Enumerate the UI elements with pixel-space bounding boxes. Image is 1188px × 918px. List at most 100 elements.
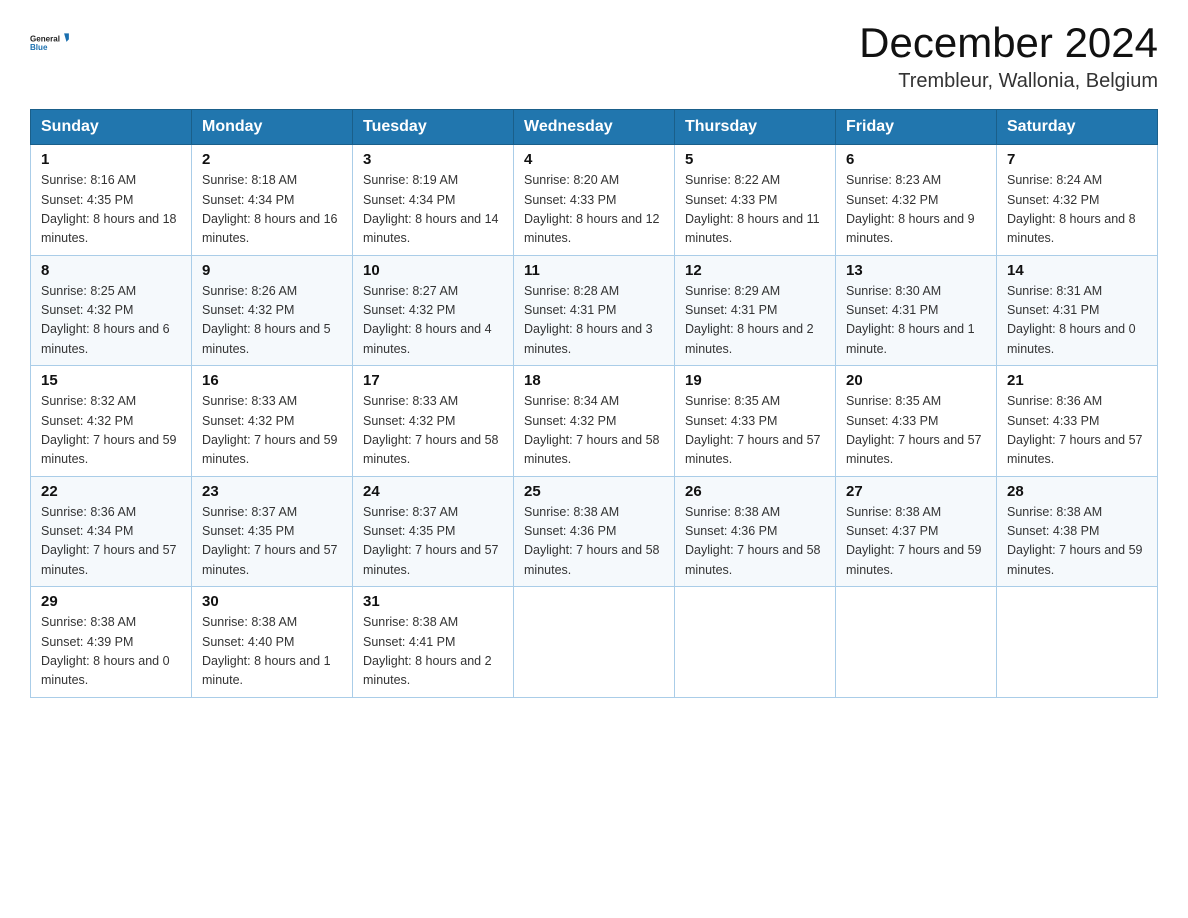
calendar-cell xyxy=(675,587,836,698)
day-number: 16 xyxy=(202,372,342,389)
day-number: 27 xyxy=(846,483,986,500)
svg-text:Blue: Blue xyxy=(30,43,48,52)
calendar-cell: 6 Sunrise: 8:23 AMSunset: 4:32 PMDayligh… xyxy=(836,145,997,256)
day-info: Sunrise: 8:37 AMSunset: 4:35 PMDaylight:… xyxy=(202,505,338,577)
calendar-week-row: 29 Sunrise: 8:38 AMSunset: 4:39 PMDaylig… xyxy=(31,587,1158,698)
calendar-cell: 4 Sunrise: 8:20 AMSunset: 4:33 PMDayligh… xyxy=(514,145,675,256)
month-year-title: December 2024 xyxy=(859,20,1158,66)
page-header: General Blue December 2024 Trembleur, Wa… xyxy=(30,20,1158,93)
day-info: Sunrise: 8:38 AMSunset: 4:37 PMDaylight:… xyxy=(846,505,982,577)
day-info: Sunrise: 8:25 AMSunset: 4:32 PMDaylight:… xyxy=(41,284,170,356)
day-info: Sunrise: 8:36 AMSunset: 4:33 PMDaylight:… xyxy=(1007,394,1143,466)
calendar-week-row: 15 Sunrise: 8:32 AMSunset: 4:32 PMDaylig… xyxy=(31,366,1158,477)
day-info: Sunrise: 8:29 AMSunset: 4:31 PMDaylight:… xyxy=(685,284,814,356)
calendar-cell: 5 Sunrise: 8:22 AMSunset: 4:33 PMDayligh… xyxy=(675,145,836,256)
calendar-cell: 3 Sunrise: 8:19 AMSunset: 4:34 PMDayligh… xyxy=(353,145,514,256)
day-info: Sunrise: 8:26 AMSunset: 4:32 PMDaylight:… xyxy=(202,284,331,356)
calendar-cell: 25 Sunrise: 8:38 AMSunset: 4:36 PMDaylig… xyxy=(514,476,675,587)
day-info: Sunrise: 8:33 AMSunset: 4:32 PMDaylight:… xyxy=(202,394,338,466)
day-info: Sunrise: 8:38 AMSunset: 4:36 PMDaylight:… xyxy=(685,505,821,577)
day-info: Sunrise: 8:20 AMSunset: 4:33 PMDaylight:… xyxy=(524,173,660,245)
calendar-cell xyxy=(514,587,675,698)
day-number: 2 xyxy=(202,151,342,168)
calendar-week-row: 1 Sunrise: 8:16 AMSunset: 4:35 PMDayligh… xyxy=(31,145,1158,256)
calendar-cell xyxy=(997,587,1158,698)
calendar-cell: 24 Sunrise: 8:37 AMSunset: 4:35 PMDaylig… xyxy=(353,476,514,587)
day-info: Sunrise: 8:22 AMSunset: 4:33 PMDaylight:… xyxy=(685,173,820,245)
day-number: 26 xyxy=(685,483,825,500)
day-number: 17 xyxy=(363,372,503,389)
calendar-cell xyxy=(836,587,997,698)
day-info: Sunrise: 8:34 AMSunset: 4:32 PMDaylight:… xyxy=(524,394,660,466)
calendar-cell: 17 Sunrise: 8:33 AMSunset: 4:32 PMDaylig… xyxy=(353,366,514,477)
day-info: Sunrise: 8:35 AMSunset: 4:33 PMDaylight:… xyxy=(685,394,821,466)
calendar-cell: 10 Sunrise: 8:27 AMSunset: 4:32 PMDaylig… xyxy=(353,255,514,366)
day-info: Sunrise: 8:33 AMSunset: 4:32 PMDaylight:… xyxy=(363,394,499,466)
day-number: 22 xyxy=(41,483,181,500)
calendar-cell: 16 Sunrise: 8:33 AMSunset: 4:32 PMDaylig… xyxy=(192,366,353,477)
day-number: 3 xyxy=(363,151,503,168)
day-info: Sunrise: 8:32 AMSunset: 4:32 PMDaylight:… xyxy=(41,394,177,466)
calendar-cell: 2 Sunrise: 8:18 AMSunset: 4:34 PMDayligh… xyxy=(192,145,353,256)
day-number: 11 xyxy=(524,262,664,279)
calendar-cell: 1 Sunrise: 8:16 AMSunset: 4:35 PMDayligh… xyxy=(31,145,192,256)
day-info: Sunrise: 8:38 AMSunset: 4:39 PMDaylight:… xyxy=(41,615,170,687)
col-header-tuesday: Tuesday xyxy=(353,110,514,145)
day-info: Sunrise: 8:38 AMSunset: 4:36 PMDaylight:… xyxy=(524,505,660,577)
day-number: 1 xyxy=(41,151,181,168)
day-number: 10 xyxy=(363,262,503,279)
title-block: December 2024 Trembleur, Wallonia, Belgi… xyxy=(859,20,1158,93)
calendar-week-row: 8 Sunrise: 8:25 AMSunset: 4:32 PMDayligh… xyxy=(31,255,1158,366)
day-info: Sunrise: 8:37 AMSunset: 4:35 PMDaylight:… xyxy=(363,505,499,577)
day-info: Sunrise: 8:31 AMSunset: 4:31 PMDaylight:… xyxy=(1007,284,1136,356)
day-number: 13 xyxy=(846,262,986,279)
day-number: 14 xyxy=(1007,262,1147,279)
day-info: Sunrise: 8:38 AMSunset: 4:40 PMDaylight:… xyxy=(202,615,331,687)
calendar-cell: 8 Sunrise: 8:25 AMSunset: 4:32 PMDayligh… xyxy=(31,255,192,366)
day-number: 12 xyxy=(685,262,825,279)
calendar-cell: 13 Sunrise: 8:30 AMSunset: 4:31 PMDaylig… xyxy=(836,255,997,366)
day-number: 23 xyxy=(202,483,342,500)
day-number: 18 xyxy=(524,372,664,389)
calendar-cell: 18 Sunrise: 8:34 AMSunset: 4:32 PMDaylig… xyxy=(514,366,675,477)
calendar-cell: 22 Sunrise: 8:36 AMSunset: 4:34 PMDaylig… xyxy=(31,476,192,587)
col-header-friday: Friday xyxy=(836,110,997,145)
day-info: Sunrise: 8:36 AMSunset: 4:34 PMDaylight:… xyxy=(41,505,177,577)
calendar-cell: 20 Sunrise: 8:35 AMSunset: 4:33 PMDaylig… xyxy=(836,366,997,477)
calendar-cell: 31 Sunrise: 8:38 AMSunset: 4:41 PMDaylig… xyxy=(353,587,514,698)
day-info: Sunrise: 8:38 AMSunset: 4:38 PMDaylight:… xyxy=(1007,505,1143,577)
day-number: 21 xyxy=(1007,372,1147,389)
calendar-cell: 19 Sunrise: 8:35 AMSunset: 4:33 PMDaylig… xyxy=(675,366,836,477)
day-number: 8 xyxy=(41,262,181,279)
calendar-table: SundayMondayTuesdayWednesdayThursdayFrid… xyxy=(30,109,1158,698)
calendar-cell: 21 Sunrise: 8:36 AMSunset: 4:33 PMDaylig… xyxy=(997,366,1158,477)
day-info: Sunrise: 8:19 AMSunset: 4:34 PMDaylight:… xyxy=(363,173,499,245)
day-number: 31 xyxy=(363,593,503,610)
calendar-cell: 29 Sunrise: 8:38 AMSunset: 4:39 PMDaylig… xyxy=(31,587,192,698)
calendar-header-row: SundayMondayTuesdayWednesdayThursdayFrid… xyxy=(31,110,1158,145)
logo-svg: General Blue xyxy=(30,20,74,64)
svg-text:General: General xyxy=(30,34,60,43)
day-info: Sunrise: 8:38 AMSunset: 4:41 PMDaylight:… xyxy=(363,615,492,687)
day-number: 24 xyxy=(363,483,503,500)
day-number: 15 xyxy=(41,372,181,389)
logo: General Blue xyxy=(30,20,74,64)
day-number: 6 xyxy=(846,151,986,168)
calendar-cell: 26 Sunrise: 8:38 AMSunset: 4:36 PMDaylig… xyxy=(675,476,836,587)
day-info: Sunrise: 8:18 AMSunset: 4:34 PMDaylight:… xyxy=(202,173,338,245)
col-header-monday: Monday xyxy=(192,110,353,145)
col-header-wednesday: Wednesday xyxy=(514,110,675,145)
day-number: 19 xyxy=(685,372,825,389)
day-info: Sunrise: 8:35 AMSunset: 4:33 PMDaylight:… xyxy=(846,394,982,466)
day-info: Sunrise: 8:24 AMSunset: 4:32 PMDaylight:… xyxy=(1007,173,1136,245)
col-header-thursday: Thursday xyxy=(675,110,836,145)
calendar-cell: 30 Sunrise: 8:38 AMSunset: 4:40 PMDaylig… xyxy=(192,587,353,698)
col-header-saturday: Saturday xyxy=(997,110,1158,145)
day-number: 7 xyxy=(1007,151,1147,168)
day-number: 4 xyxy=(524,151,664,168)
col-header-sunday: Sunday xyxy=(31,110,192,145)
calendar-cell: 7 Sunrise: 8:24 AMSunset: 4:32 PMDayligh… xyxy=(997,145,1158,256)
day-number: 29 xyxy=(41,593,181,610)
day-info: Sunrise: 8:16 AMSunset: 4:35 PMDaylight:… xyxy=(41,173,177,245)
calendar-week-row: 22 Sunrise: 8:36 AMSunset: 4:34 PMDaylig… xyxy=(31,476,1158,587)
